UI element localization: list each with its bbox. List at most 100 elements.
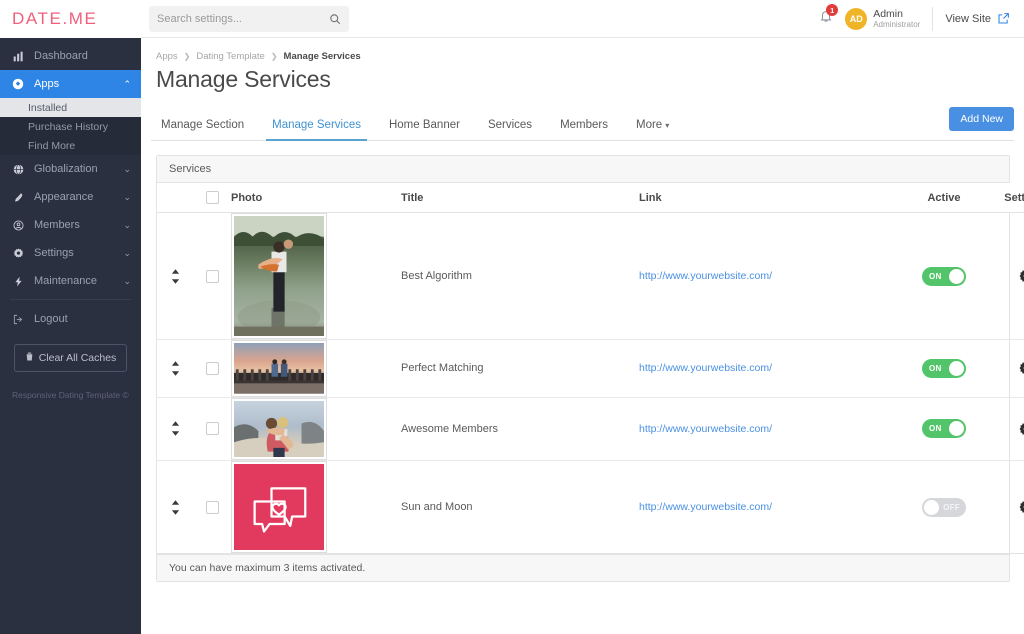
toggle-knob [949,268,964,284]
brand-logo[interactable]: DATE.ME [0,0,141,38]
cell-select [193,460,231,555]
sidebar-item-settings[interactable]: Settings ⌄ [0,239,141,267]
admin-app: DATE.ME Dashboard Apps ⌃ Installed Purch… [0,0,1024,634]
clear-all-caches-button[interactable]: Clear All Caches [14,344,127,372]
tab-label: Services [487,119,533,131]
toggle-label: ON [929,424,942,434]
sidebar-item-label: Globalization [34,163,98,175]
toggle-knob [949,360,964,376]
apps-icon [10,78,26,90]
clear-caches-wrap: Clear All Caches [0,332,141,372]
toggle-knob [949,421,964,437]
row-checkbox[interactable] [205,361,219,375]
cell-title: Best Algorithm [401,212,639,340]
sort-handle-icon[interactable] [157,361,193,376]
user-name: Admin [873,7,903,20]
sort-handle-icon[interactable] [157,421,193,436]
sidebar-subitem-purchase-history[interactable]: Purchase History [0,117,141,136]
th-drag [157,183,193,213]
notification-badge: 1 [826,4,839,16]
sidebar-item-maintenance[interactable]: Maintenance ⌄ [0,267,141,295]
sidebar-item-appearance[interactable]: Appearance ⌄ [0,183,141,211]
breadcrumb-item-apps[interactable]: Apps [156,51,178,62]
cell-link: http://www.yourwebsite.com/ [639,212,899,340]
sidebar-item-apps[interactable]: Apps ⌃ [0,70,141,98]
search-input[interactable] [157,12,329,25]
tab-more[interactable]: More ▾ [622,119,683,140]
sort-handle-icon[interactable] [157,499,193,515]
page-title: Manage Services [156,66,331,92]
breadcrumb-item-current: Manage Services [283,51,361,62]
notifications-button[interactable]: 1 [819,4,839,28]
select-all-checkbox[interactable] [205,191,219,204]
tab-label: More [636,119,663,131]
sidebar-item-dashboard[interactable]: Dashboard [0,42,141,70]
search-box[interactable] [149,5,349,32]
th-link: Link [639,183,899,213]
gear-icon [10,248,26,259]
cell-link: http://www.yourwebsite.com/ [639,460,899,555]
cell-photo [231,397,401,461]
breadcrumb-item-dating-template[interactable]: Dating Template [196,51,264,62]
sidebar: DATE.ME Dashboard Apps ⌃ Installed Purch… [0,0,141,634]
tab-manage-section[interactable]: Manage Section [156,119,258,140]
logout-button[interactable]: Logout [0,306,141,332]
sidebar-nav: Dashboard Apps ⌃ Installed Purchase Hist… [0,38,141,332]
tab-members[interactable]: Members [546,119,622,140]
sidebar-subitem-label: Find More [28,139,76,152]
chevron-down-icon: ⌄ [123,191,131,202]
active-toggle[interactable]: ON [922,419,966,439]
panel-heading: Services [157,156,1009,183]
row-link[interactable]: http://www.yourwebsite.com/ [639,423,772,435]
sidebar-item-label: Apps [34,78,60,90]
active-toggle[interactable]: ON [922,266,966,286]
cell-drag [157,212,193,340]
cell-link: http://www.yourwebsite.com/ [639,397,899,461]
chevron-down-icon: ▾ [665,121,670,130]
cell-settings [989,339,1024,398]
active-toggle[interactable]: OFF [922,497,966,517]
th-active: Active [899,183,989,213]
avatar: AD [845,7,868,30]
cell-drag [157,460,193,555]
couple-embrace-photo [231,397,327,460]
th-photo: Photo [231,183,401,213]
cell-link: http://www.yourwebsite.com/ [639,339,899,398]
sidebar-item-globalization[interactable]: Globalization ⌄ [0,155,141,183]
tab-home-banner[interactable]: Home Banner [375,119,474,140]
sidebar-footer-text: Responsive Dating Template © [12,390,129,400]
tab-label: Manage Services [272,119,361,131]
row-link[interactable]: http://www.yourwebsite.com/ [639,362,772,374]
user-text: Admin Administrator [873,8,920,29]
row-link[interactable]: http://www.yourwebsite.com/ [639,501,772,513]
sidebar-subnav-apps: Installed Purchase History Find More [0,98,141,155]
settings-gear-icon[interactable] [989,361,1024,375]
row-link[interactable]: http://www.yourwebsite.com/ [639,270,772,282]
th-title: Title [401,183,639,213]
row-checkbox[interactable] [205,269,219,283]
chevron-down-icon: ⌄ [123,275,131,286]
table-header: Photo Title Link Active Settings [157,183,1024,213]
user-menu[interactable]: AD Admin Administrator [845,7,932,30]
table-row: Sun and Moon http://www.yourwebsite.com/… [157,460,1024,555]
sort-handle-icon[interactable] [157,268,193,284]
active-toggle[interactable]: ON [922,358,966,378]
sidebar-subitem-find-more[interactable]: Find More [0,136,141,155]
tab-manage-services[interactable]: Manage Services [258,119,375,141]
table-header-row: Photo Title Link Active Settings [157,183,1024,213]
search-icon[interactable] [329,13,341,25]
view-site-link[interactable]: View Site [945,12,1016,25]
sidebar-subitem-label: Installed [28,101,68,114]
row-checkbox[interactable] [205,500,219,514]
settings-gear-icon[interactable] [989,500,1024,514]
sidebar-item-members[interactable]: Members ⌄ [0,211,141,239]
add-new-button[interactable]: Add New [949,107,1014,131]
sidebar-subitem-installed[interactable]: Installed [0,98,141,117]
row-checkbox[interactable] [205,422,219,436]
th-select-all [193,183,231,213]
settings-gear-icon[interactable] [989,422,1024,436]
user-circle-icon [10,220,26,231]
tab-services[interactable]: Services [474,119,546,140]
table-row: Awesome Members http://www.yourwebsite.c… [157,397,1024,461]
settings-gear-icon[interactable] [989,269,1024,283]
